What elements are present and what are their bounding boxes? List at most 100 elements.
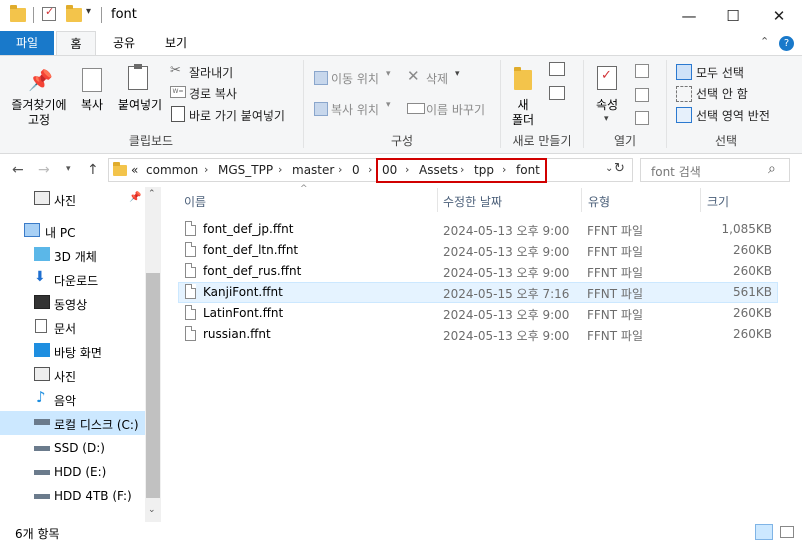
move-to-button[interactable]: 이동 위치 <box>331 70 379 87</box>
search-input[interactable]: font 검색 <box>651 163 701 180</box>
copy-path-button[interactable]: 경로 복사 <box>189 85 237 102</box>
new-folder-button[interactable]: 새 폴더 <box>508 98 538 128</box>
nav-item-downloads[interactable]: ⬇ 다운로드 <box>0 267 145 291</box>
move-to-dropdown-icon[interactable]: ▾ <box>386 69 391 79</box>
breadcrumb-item[interactable]: font <box>516 163 540 177</box>
nav-item-music[interactable]: ♪ 음악 <box>0 387 145 411</box>
file-row[interactable]: LatinFont.ffnt 2024-05-13 오후 9:00 FFNT 파… <box>178 303 778 324</box>
new-folder-icon[interactable] <box>66 5 82 22</box>
nav-scrollbar[interactable]: ⌃ ⌄ <box>145 187 161 522</box>
new-item-icon[interactable] <box>549 62 565 76</box>
file-row-selected[interactable]: KanjiFont.ffnt 2024-05-15 오후 7:16 FFNT 파… <box>178 282 778 303</box>
pin-to-quick-access-button[interactable]: 즐겨찾기에 고정 <box>2 98 76 128</box>
tab-share[interactable]: 공유 <box>104 31 144 55</box>
file-row[interactable]: font_def_ltn.ffnt 2024-05-13 오후 9:00 FFN… <box>178 240 778 261</box>
up-icon[interactable]: ↑ <box>87 162 99 178</box>
nav-item-pictures[interactable]: 사진 📌 <box>0 187 145 211</box>
qat-customize-icon[interactable]: ▾ <box>86 6 91 17</box>
breadcrumb-separator-icon[interactable]: › <box>368 163 372 176</box>
nav-item-desktop[interactable]: 바탕 화면 <box>0 339 145 363</box>
forward-icon[interactable]: → <box>38 162 50 178</box>
breadcrumb-separator-icon[interactable]: › <box>405 163 409 176</box>
breadcrumb-item[interactable]: 0 <box>352 163 360 177</box>
tab-view[interactable]: 보기 <box>156 31 196 55</box>
properties-button[interactable]: 속성 <box>591 98 623 113</box>
nav-item-this-pc[interactable]: 내 PC <box>0 219 145 243</box>
file-type: FFNT 파일 <box>587 287 644 301</box>
file-date: 2024-05-13 오후 9:00 <box>443 329 570 343</box>
delete-button[interactable]: 삭제 <box>426 70 448 87</box>
close-button[interactable]: ✕ <box>756 0 802 31</box>
minimize-button[interactable]: — <box>666 0 712 31</box>
nav-item-hdd-e[interactable]: HDD (E:) <box>0 460 145 484</box>
refresh-icon[interactable]: ↻ <box>614 161 625 176</box>
invert-selection-button[interactable]: 선택 영역 반전 <box>696 107 770 124</box>
help-icon[interactable]: ? <box>779 36 794 51</box>
select-all-button[interactable]: 모두 선택 <box>696 64 744 81</box>
edit-icon[interactable] <box>635 88 649 102</box>
column-header-name[interactable]: 이름 <box>184 193 206 210</box>
column-divider[interactable] <box>581 188 582 212</box>
properties-dropdown-icon[interactable]: ▾ <box>604 114 609 124</box>
column-divider[interactable] <box>437 188 438 212</box>
back-icon[interactable]: ← <box>12 162 24 178</box>
copy-to-button[interactable]: 복사 위치 <box>331 101 379 118</box>
copy-to-dropdown-icon[interactable]: ▾ <box>386 100 391 110</box>
details-view-icon[interactable] <box>755 524 773 540</box>
search-box[interactable]: font 검색 ⌕ <box>640 158 790 182</box>
breadcrumb-item[interactable]: common <box>146 163 198 177</box>
properties-icon[interactable]: ✓ <box>42 5 56 21</box>
nav-item-videos[interactable]: 동영상 <box>0 291 145 315</box>
scrollbar-thumb[interactable] <box>146 273 160 498</box>
ribbon: 📌 즐겨찾기에 고정 복사 붙여넣기 ✂ 잘라내기 W= 경로 복사 바로 가기… <box>0 55 802 154</box>
easy-access-icon[interactable] <box>549 86 565 100</box>
tab-home[interactable]: 홈 <box>56 31 96 55</box>
breadcrumb-item[interactable]: MGS_TPP <box>218 163 273 177</box>
cut-button[interactable]: 잘라내기 <box>189 64 233 81</box>
breadcrumb-separator-icon[interactable]: › <box>460 163 464 176</box>
nav-item-ssd-d[interactable]: SSD (D:) <box>0 436 145 460</box>
scroll-up-icon[interactable]: ⌃ <box>148 189 156 199</box>
nav-item-local-disk-c[interactable]: 로컬 디스크 (C:) <box>0 411 145 435</box>
delete-dropdown-icon[interactable]: ▾ <box>455 69 460 79</box>
column-header-date[interactable]: 수정한 날짜 <box>443 193 502 210</box>
column-header-size[interactable]: 크기 <box>707 193 729 210</box>
large-icons-view-icon[interactable] <box>780 526 794 538</box>
select-none-button[interactable]: 선택 안 함 <box>696 85 748 102</box>
file-size: 260KB <box>732 264 772 278</box>
scroll-down-icon[interactable]: ⌄ <box>148 505 156 515</box>
nav-item-hdd-4tb-f[interactable]: HDD 4TB (F:) <box>0 484 145 508</box>
copy-button[interactable]: 복사 <box>76 98 108 113</box>
nav-item-pictures[interactable]: 사진 <box>0 363 145 387</box>
tab-file[interactable]: 파일 <box>0 31 54 55</box>
recent-locations-icon[interactable]: ▾ <box>66 164 71 174</box>
breadcrumb-item[interactable]: Assets <box>419 163 458 177</box>
breadcrumb-separator-icon[interactable]: › <box>278 163 282 176</box>
breadcrumb-separator-icon[interactable]: › <box>204 163 208 176</box>
address-dropdown-icon[interactable]: ⌄ <box>605 163 613 174</box>
breadcrumb-separator-icon[interactable]: › <box>502 163 506 176</box>
breadcrumb-item[interactable]: master <box>292 163 334 177</box>
nav-item-documents[interactable]: 문서 <box>0 315 145 339</box>
open-icon[interactable] <box>635 64 649 78</box>
collapse-ribbon-icon[interactable]: ⌃ <box>760 35 769 48</box>
file-icon <box>185 263 196 278</box>
breadcrumb-overflow[interactable]: « <box>131 163 138 177</box>
maximize-button[interactable]: ☐ <box>710 0 756 31</box>
file-row[interactable]: russian.ffnt 2024-05-13 오후 9:00 FFNT 파일 … <box>178 324 778 345</box>
breadcrumb-separator-icon[interactable]: › <box>338 163 342 176</box>
history-icon[interactable] <box>635 111 649 125</box>
rename-button[interactable]: 이름 바꾸기 <box>426 101 485 118</box>
column-header-type[interactable]: 유형 <box>588 193 610 210</box>
drive-icon <box>34 419 50 425</box>
file-row[interactable]: font_def_jp.ffnt 2024-05-13 오후 9:00 FFNT… <box>178 219 778 240</box>
nav-item-3d-objects[interactable]: 3D 개체 <box>0 243 145 267</box>
file-row[interactable]: font_def_rus.ffnt 2024-05-13 오후 9:00 FFN… <box>178 261 778 282</box>
paste-button[interactable]: 붙여넣기 <box>113 98 167 113</box>
search-icon[interactable]: ⌕ <box>768 161 776 177</box>
paste-shortcut-button[interactable]: 바로 가기 붙여넣기 <box>189 107 285 124</box>
breadcrumb-item[interactable]: tpp <box>474 163 494 177</box>
column-divider[interactable] <box>700 188 701 212</box>
select-all-icon <box>676 64 692 80</box>
breadcrumb-item[interactable]: 00 <box>382 163 397 177</box>
